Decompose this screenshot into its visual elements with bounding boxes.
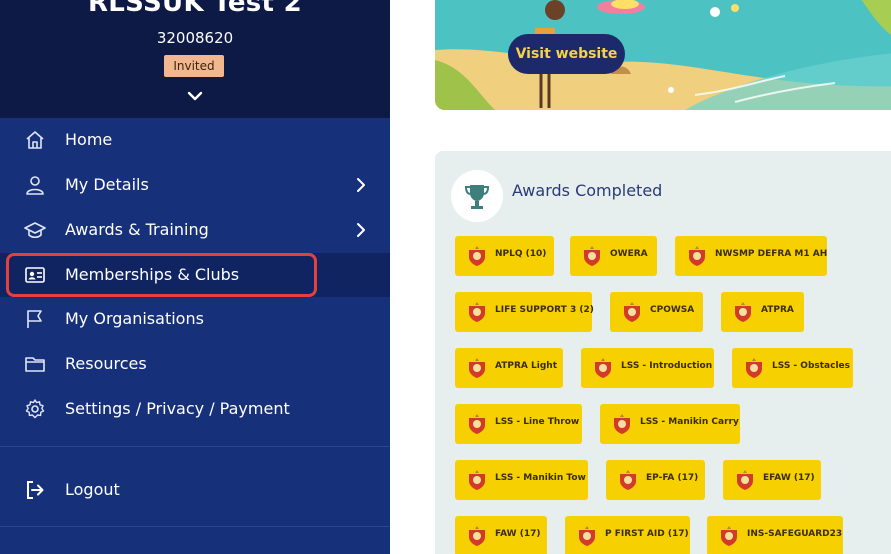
crest-icon	[746, 358, 762, 378]
sidebar-item-label: My Organisations	[65, 309, 204, 328]
sidebar-item-resources[interactable]: Resources	[0, 342, 390, 386]
status-badge: Invited	[164, 55, 224, 77]
award-chip[interactable]: LIFE SUPPORT 3 (2)	[455, 292, 594, 332]
home-icon	[26, 131, 44, 149]
sidebar-item-label: Awards & Training	[65, 220, 209, 239]
logout-button[interactable]: Logout	[0, 468, 390, 512]
sidebar-item-my-details[interactable]: My Details	[0, 163, 390, 207]
logout-icon	[27, 481, 44, 499]
award-label: P FIRST AID (17)	[605, 529, 689, 539]
crest-icon	[469, 526, 485, 546]
crest-icon	[584, 246, 600, 266]
trophy-badge	[451, 170, 503, 222]
award-label: EFAW (17)	[763, 473, 815, 483]
sidebar-item-settings[interactable]: Settings / Privacy / Payment	[0, 387, 390, 431]
award-label: NWSMP DEFRA M1 AH	[715, 249, 828, 259]
crest-icon	[469, 414, 485, 434]
award-label: LSS - Obstacles	[772, 361, 851, 371]
award-chip[interactable]: ATPRA	[721, 292, 804, 332]
award-label: LSS - Manikin Carry	[640, 417, 739, 427]
award-chip[interactable]: ATPRA Light	[455, 348, 563, 388]
trophy-icon	[464, 185, 490, 209]
award-label: EP-FA (17)	[646, 473, 699, 483]
highlight-outline	[6, 253, 317, 297]
award-chip[interactable]: LSS - Line Throw	[455, 404, 582, 444]
award-chip[interactable]: INS-SAFEGUARD23	[707, 516, 843, 554]
award-label: INS-SAFEGUARD23	[747, 529, 843, 539]
crest-icon	[469, 246, 485, 266]
crest-icon	[721, 526, 737, 546]
promo-banner: Visit website	[435, 0, 891, 110]
crest-icon	[614, 414, 630, 434]
beach-illustration	[435, 0, 891, 110]
award-label: FAW (17)	[495, 529, 541, 539]
award-chip[interactable]: EFAW (17)	[723, 460, 821, 500]
sidebar-item-home[interactable]: Home	[0, 118, 390, 162]
award-chip[interactable]: LSS - Manikin Tow	[455, 460, 588, 500]
sidebar: RLSSUK Test 2 32008620 Invited Home My D…	[0, 0, 390, 554]
chevron-right-icon	[357, 223, 365, 237]
graduation-cap-icon	[24, 222, 46, 239]
crest-icon	[624, 302, 640, 322]
award-chip[interactable]: CPOWSA	[610, 292, 703, 332]
profile-header: RLSSUK Test 2 32008620 Invited	[0, 0, 390, 118]
sidebar-item-label: Home	[65, 130, 113, 149]
award-chip[interactable]: FAW (17)	[455, 516, 547, 554]
award-label: LSS - Introduction	[621, 361, 713, 371]
crest-icon	[595, 358, 611, 378]
divider	[0, 526, 390, 527]
crest-icon	[689, 246, 705, 266]
award-label: LSS - Line Throw	[495, 417, 580, 427]
crest-icon	[469, 302, 485, 322]
crest-icon	[737, 470, 753, 490]
award-label: ATPRA Light	[495, 361, 558, 371]
award-chip[interactable]: LSS - Manikin Carry	[600, 404, 740, 444]
visit-website-button[interactable]: Visit website	[508, 34, 625, 74]
award-chip[interactable]: OWERA	[570, 236, 657, 276]
award-label: ATPRA	[761, 305, 794, 315]
flag-icon	[27, 310, 42, 328]
award-label: NPLQ (10)	[495, 249, 547, 259]
award-chip[interactable]: LSS - Obstacles	[732, 348, 853, 388]
awards-panel: Awards Completed NPLQ (10) OWERA NWSMP D…	[435, 151, 891, 554]
award-label: OWERA	[610, 249, 648, 259]
folder-icon	[25, 357, 45, 372]
award-chip[interactable]: LSS - Introduction	[581, 348, 714, 388]
sidebar-item-label: My Details	[65, 175, 149, 194]
main-content: Visit website Awards Completed NPLQ (10)…	[390, 0, 891, 554]
user-name: RLSSUK Test 2	[87, 0, 303, 18]
sidebar-item-my-organisations[interactable]: My Organisations	[0, 297, 390, 341]
crest-icon	[579, 526, 595, 546]
award-chip[interactable]: P FIRST AID (17)	[565, 516, 690, 554]
award-label: LSS - Manikin Tow	[495, 473, 586, 483]
sidebar-item-label: Settings / Privacy / Payment	[65, 399, 290, 418]
award-label: CPOWSA	[650, 305, 695, 315]
logout-label: Logout	[65, 480, 120, 499]
crest-icon	[735, 302, 751, 322]
user-id: 32008620	[156, 29, 234, 47]
gear-icon	[25, 399, 45, 419]
award-chip[interactable]: NWSMP DEFRA M1 AH	[675, 236, 827, 276]
chevron-right-icon	[357, 178, 365, 192]
divider	[0, 446, 390, 447]
user-icon	[26, 176, 44, 195]
award-chip[interactable]: NPLQ (10)	[455, 236, 554, 276]
crest-icon	[620, 470, 636, 490]
sidebar-item-label: Resources	[65, 354, 147, 373]
crest-icon	[469, 470, 485, 490]
chevron-down-icon[interactable]	[185, 86, 205, 106]
awards-title: Awards Completed	[512, 181, 663, 200]
sidebar-item-awards-training[interactable]: Awards & Training	[0, 208, 390, 252]
award-label: LIFE SUPPORT 3 (2)	[495, 305, 594, 315]
crest-icon	[469, 358, 485, 378]
award-chip[interactable]: EP-FA (17)	[606, 460, 705, 500]
